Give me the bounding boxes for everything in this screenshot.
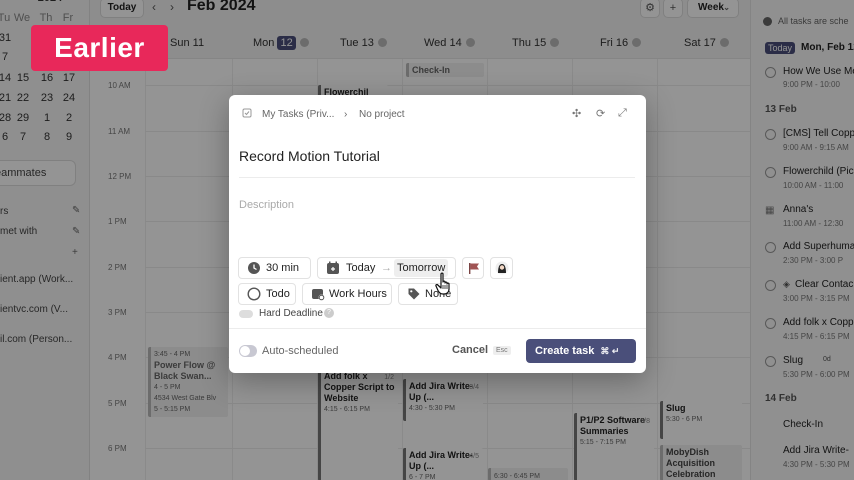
hand-cursor-icon xyxy=(435,272,450,295)
duration-label: 30 min xyxy=(266,262,300,274)
status-label: Todo xyxy=(266,288,290,300)
refresh-icon[interactable]: ⟳ xyxy=(596,107,605,120)
create-task-button[interactable]: Create task ⌘ ↵ xyxy=(526,339,636,363)
task-icon xyxy=(242,108,252,121)
cancel-button[interactable]: Cancel xyxy=(452,344,488,356)
auto-scheduled-toggle[interactable] xyxy=(239,345,257,357)
hard-deadline-label: Hard Deadline xyxy=(259,308,323,319)
modal-header: My Tasks (Priv... › No project ✣ ⟳ ⤢ xyxy=(229,95,646,133)
breadcrumb-project[interactable]: No project xyxy=(359,109,405,120)
circle-icon xyxy=(247,287,261,301)
puzzle-icon[interactable]: ✣ xyxy=(572,107,581,120)
duration-button[interactable]: 30 min xyxy=(238,257,311,279)
esc-shortcut-chip: Esc xyxy=(493,346,511,355)
tag-icon xyxy=(408,288,420,300)
hard-deadline-toggle[interactable] xyxy=(239,310,253,318)
auto-scheduled-label: Auto-scheduled xyxy=(262,345,339,357)
priority-button[interactable] xyxy=(462,257,484,279)
clock-icon xyxy=(248,262,260,274)
earlier-badge: Earlier xyxy=(31,25,168,71)
status-button[interactable]: Todo xyxy=(238,283,296,305)
start-date-label[interactable]: Today xyxy=(346,258,375,278)
schedule-label: Work Hours xyxy=(329,288,387,300)
chevron-right-icon: › xyxy=(344,109,348,120)
divider xyxy=(229,328,646,329)
arrow-right-icon: → xyxy=(381,262,392,274)
create-task-label: Create task xyxy=(535,345,595,357)
breadcrumb-workspace[interactable]: My Tasks (Priv... xyxy=(262,109,334,120)
help-icon[interactable]: ? xyxy=(324,308,334,318)
schedule-button[interactable]: Work Hours xyxy=(302,283,392,305)
shortcut-hint: ⌘ ↵ xyxy=(600,346,620,356)
schedule-calendar-icon xyxy=(312,289,325,301)
create-task-modal: My Tasks (Priv... › No project ✣ ⟳ ⤢ Rec… xyxy=(229,95,646,373)
avatar-icon xyxy=(495,261,509,275)
expand-icon[interactable]: ⤢ xyxy=(618,107,627,120)
assignee-button[interactable] xyxy=(490,257,513,279)
flag-icon xyxy=(469,263,479,274)
divider xyxy=(239,177,635,178)
calendar-icon xyxy=(327,261,339,274)
task-title-input[interactable]: Record Motion Tutorial xyxy=(239,148,380,164)
description-input[interactable]: Description xyxy=(239,199,294,211)
